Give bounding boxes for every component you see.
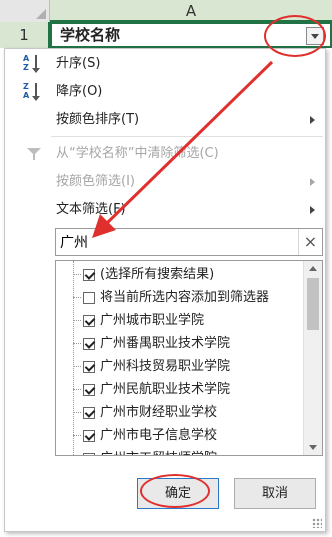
menu-sort-by-color-label: 按颜色排序(T) [56, 112, 140, 127]
annotation-circle-filter-button [264, 15, 326, 57]
autofilter-panel: AZ 升序(S) ZA 降序(O) 按颜色排序(T) 从“学校名称”中清除筛选(… [4, 48, 326, 532]
item-checkbox[interactable] [83, 315, 95, 327]
corner-triangle-icon [36, 9, 46, 19]
list-item[interactable]: 广州城市职业学院 [56, 309, 304, 332]
menu-clear-filter: 从“学校名称”中清除筛选(C) [5, 141, 325, 167]
tree-connector [73, 320, 81, 321]
cell-a1-text: 学校名称 [60, 26, 121, 44]
list-item[interactable]: 广州科技贸易职业学院 [56, 355, 304, 378]
tree-connector [73, 412, 81, 413]
select-all-corner[interactable] [0, 0, 50, 22]
tree-connector [73, 366, 81, 367]
list-item[interactable]: 将当前所选内容添加到筛选器 [56, 286, 304, 309]
item-checkbox[interactable] [83, 407, 95, 419]
menu-sort-by-color[interactable]: 按颜色排序(T) [5, 107, 325, 133]
item-checkbox[interactable] [83, 361, 95, 373]
item-label: 广州市财经职业学校 [100, 405, 218, 420]
item-checkbox[interactable] [83, 338, 95, 350]
item-label: (选择所有搜索结果) [100, 267, 215, 282]
item-label: 将当前所选内容添加到筛选器 [100, 290, 270, 305]
item-label: 广州番禺职业技术学院 [100, 336, 231, 351]
scroll-down-icon[interactable] [309, 445, 317, 450]
clear-filter-funnel-icon [27, 148, 41, 160]
menu-sort-ascending-label: 升序(S) [56, 56, 101, 71]
tree-connector [73, 343, 81, 344]
resize-grip[interactable] [312, 518, 322, 528]
list-item[interactable]: 广州市财经职业学校 [56, 401, 304, 424]
menu-sort-descending[interactable]: ZA 降序(O) [5, 79, 325, 105]
menu-sort-descending-label: 降序(O) [56, 84, 103, 99]
tree-connector [73, 297, 81, 298]
sort-ascending-icon: AZ [23, 54, 43, 74]
list-item[interactable]: (选择所有搜索结果) [56, 263, 304, 286]
item-label: 广州城市职业学院 [100, 313, 205, 328]
list-scrollbar[interactable] [303, 261, 322, 455]
filter-values-list: (选择所有搜索结果) 将当前所选内容添加到筛选器 广州城市职业学院广州番禺职业技术学… [55, 260, 323, 456]
row-header-1[interactable]: 1 [0, 22, 50, 48]
item-label: 广州科技贸易职业学院 [100, 359, 231, 374]
list-item[interactable]: 广州番禺职业技术学院 [56, 332, 304, 355]
menu-sort-ascending[interactable]: AZ 升序(S) [5, 51, 325, 77]
clear-search-icon[interactable]: × [298, 229, 322, 255]
tree-connector [73, 274, 81, 275]
item-checkbox[interactable] [83, 292, 95, 304]
submenu-arrow-icon [310, 178, 315, 186]
search-box: × [55, 228, 323, 256]
list-item[interactable]: 广州市电子信息学校 [56, 424, 304, 447]
scroll-up-icon[interactable] [309, 266, 317, 271]
scroll-thumb[interactable] [307, 278, 319, 330]
submenu-arrow-icon [310, 206, 315, 214]
item-label: 广州市电子信息学校 [100, 428, 218, 443]
menu-filter-by-color: 按颜色筛选(I) [5, 169, 325, 195]
list-item[interactable]: 广州民航职业技术学院 [56, 378, 304, 401]
item-checkbox[interactable] [83, 269, 95, 281]
menu-text-filter[interactable]: 文本筛选(F) [5, 197, 325, 223]
sort-descending-icon: ZA [23, 82, 43, 102]
item-label: 广州民航职业技术学院 [100, 382, 231, 397]
list-item[interactable]: 广州市工贸技师学院 [56, 447, 304, 455]
menu-filter-by-color-label: 按颜色筛选(I) [56, 174, 135, 189]
item-checkbox[interactable] [83, 453, 95, 455]
item-checkbox[interactable] [83, 384, 95, 396]
submenu-arrow-icon [310, 116, 315, 124]
menu-text-filter-label: 文本筛选(F) [56, 202, 126, 217]
tree-connector [73, 435, 81, 436]
annotation-circle-ok-button [140, 474, 210, 508]
menu-separator [51, 136, 323, 137]
search-input[interactable] [60, 231, 290, 253]
cancel-button[interactable]: 取消 [234, 478, 316, 509]
tree-connector [73, 389, 81, 390]
menu-clear-filter-label: 从“学校名称”中清除筛选(C) [56, 146, 219, 161]
item-checkbox[interactable] [83, 430, 95, 442]
item-label: 广州市工贸技师学院 [100, 447, 217, 455]
